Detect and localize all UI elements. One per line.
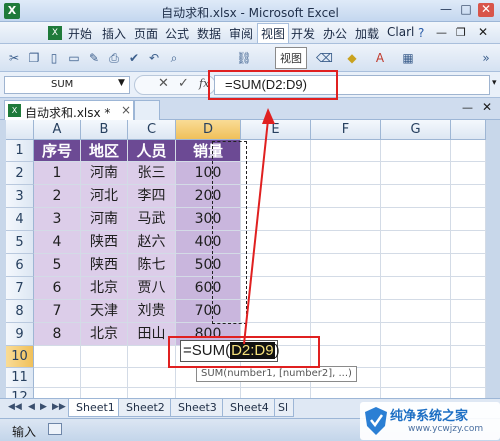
watermark: 纯净系统之家 www.ycwjzy.com — [360, 402, 500, 440]
sheet-tab-sheet4[interactable]: Sheet4 — [222, 399, 277, 417]
sheet-tab-sheet2[interactable]: Sheet2 — [118, 399, 173, 417]
macro-record-icon[interactable] — [48, 423, 62, 435]
watermark-shield-icon — [365, 407, 387, 435]
excel-window: X 自动求和.xlsx - Microsoft Excel — □ ✕ X 开始… — [0, 0, 500, 441]
first-sheet-icon[interactable]: ◀◀ — [8, 402, 22, 412]
watermark-title: 纯净系统之家 — [390, 409, 469, 424]
annotation-arrow-icon — [243, 108, 275, 345]
prev-sheet-icon[interactable]: ◀ — [28, 402, 35, 412]
sheet-tab-more[interactable]: Sl — [274, 399, 294, 417]
last-sheet-icon[interactable]: ▶▶ — [52, 402, 66, 412]
sheet-tab-sheet3[interactable]: Sheet3 — [170, 399, 225, 417]
status-mode: 输入 — [12, 425, 37, 439]
watermark-url: www.ycwjzy.com — [408, 424, 484, 434]
sheet-tab-sheet1[interactable]: Sheet1 — [68, 399, 123, 417]
next-sheet-icon[interactable]: ▶ — [40, 402, 47, 412]
